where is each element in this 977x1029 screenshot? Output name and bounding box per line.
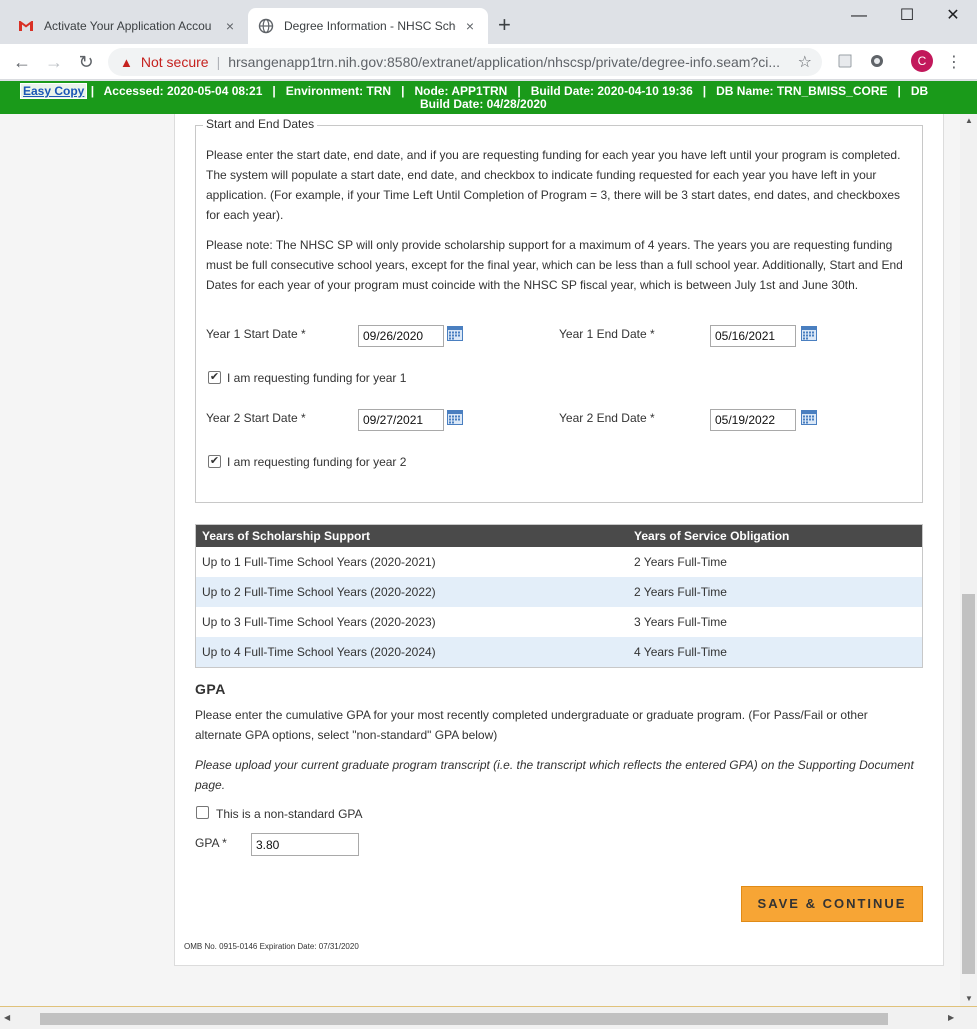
year2-start-label: Year 2 Start Date * [206, 411, 306, 425]
table-header: Years of Scholarship Support Years of Se… [196, 525, 922, 547]
gpa-input[interactable] [251, 833, 359, 856]
nonstandard-gpa-checkbox[interactable] [196, 806, 209, 819]
dates-note: Please note: The NHSC SP will only provi… [206, 238, 903, 292]
environment-details: | Accessed: 2020-05-04 08:21 | Environme… [90, 84, 929, 98]
year1-funding-label: I am requesting funding for year 1 [227, 371, 407, 385]
environment-info: Easy Copy | Accessed: 2020-05-04 08:21 |… [20, 83, 929, 99]
window-close-button[interactable]: ✕ [930, 4, 976, 28]
calendar-icon[interactable] [801, 409, 817, 425]
dates-instructions: Please enter the start date, end date, a… [206, 148, 901, 222]
table-cell: 3 Years Full-Time [634, 615, 727, 629]
table-cell: 2 Years Full-Time [634, 555, 727, 569]
save-continue-button[interactable]: SAVE & CONTINUE [741, 886, 923, 922]
tab-title: Degree Information - NHSC Scho [284, 19, 456, 33]
divider: | [216, 54, 221, 70]
profile-avatar[interactable]: C [911, 50, 933, 72]
security-label: Not secure [140, 54, 209, 70]
globe-icon [258, 18, 274, 34]
horizontal-scrollbar[interactable]: ◀ ▶ [0, 1006, 977, 1029]
extension-icon[interactable] [836, 52, 856, 72]
table-row: Up to 4 Full-Time School Years (2020-202… [196, 637, 922, 667]
vertical-scroll-thumb[interactable] [962, 594, 975, 974]
gpa-heading: GPA [195, 681, 226, 697]
star-icon[interactable]: ☆ [798, 52, 812, 72]
extension-circle-icon[interactable] [868, 52, 888, 72]
calendar-icon[interactable] [447, 409, 463, 425]
easy-copy-link[interactable]: Easy Copy [20, 83, 88, 99]
table-cell: 2 Years Full-Time [634, 585, 727, 599]
tab-strip: Activate Your Application Accou × Degree… [0, 0, 977, 44]
omb-footer: OMB No. 0915-0146 Expiration Date: 07/31… [184, 942, 359, 951]
address-bar[interactable]: ▲ Not secure | hrsangenapp1trn.nih.gov:8… [108, 48, 822, 76]
close-icon[interactable]: × [462, 18, 478, 34]
tab-degree-information[interactable]: Degree Information - NHSC Scho × [248, 8, 488, 44]
column-header: Years of Scholarship Support [202, 529, 371, 543]
service-obligation-table: Years of Scholarship Support Years of Se… [195, 524, 923, 668]
vertical-scrollbar[interactable]: ▲ ▼ [960, 114, 977, 1006]
year1-start-date-input[interactable] [358, 325, 444, 347]
build-date: Build Date: 04/28/2020 [420, 97, 547, 111]
tab-gmail[interactable]: Activate Your Application Accou × [8, 8, 248, 44]
column-header: Years of Service Obligation [634, 529, 790, 543]
scroll-down-icon[interactable]: ▼ [965, 994, 973, 1003]
table-cell: 4 Years Full-Time [634, 645, 727, 659]
url-text: hrsangenapp1trn.nih.gov:8580/extranet/ap… [228, 54, 781, 70]
menu-icon[interactable]: ⋮ [944, 52, 964, 72]
year2-funding-label: I am requesting funding for year 2 [227, 455, 407, 469]
gpa-upload-note: Please upload your current graduate prog… [195, 758, 914, 792]
horizontal-scroll-thumb[interactable] [40, 1013, 888, 1025]
calendar-icon[interactable] [801, 325, 817, 341]
tab-title: Activate Your Application Accou [44, 19, 212, 33]
scroll-left-icon[interactable]: ◀ [4, 1013, 10, 1022]
new-tab-button[interactable]: + [498, 14, 511, 36]
table-row: Up to 3 Full-Time School Years (2020-202… [196, 607, 922, 637]
fieldset-legend: Start and End Dates [203, 117, 318, 131]
table-row: Up to 2 Full-Time School Years (2020-202… [196, 577, 922, 607]
year1-end-date-input[interactable] [710, 325, 796, 347]
scroll-up-icon[interactable]: ▲ [965, 116, 973, 125]
year1-start-label: Year 1 Start Date * [206, 327, 306, 341]
nonstandard-gpa-label: This is a non-standard GPA [216, 807, 363, 821]
back-arrow-icon[interactable]: ← [10, 50, 34, 74]
forward-arrow-icon[interactable]: → [42, 50, 66, 74]
table-cell: Up to 3 Full-Time School Years (2020-202… [202, 615, 436, 629]
maximize-button[interactable]: ☐ [884, 4, 930, 28]
year2-start-date-input[interactable] [358, 409, 444, 431]
table-cell: Up to 2 Full-Time School Years (2020-202… [202, 585, 436, 599]
table-cell: Up to 1 Full-Time School Years (2020-202… [202, 555, 436, 569]
year1-end-label: Year 1 End Date * [559, 327, 655, 341]
year1-funding-checkbox[interactable]: ✔ [208, 371, 221, 384]
environment-bar: Easy Copy | Accessed: 2020-05-04 08:21 |… [0, 81, 977, 114]
reload-icon[interactable]: ↻ [74, 50, 98, 74]
browser-toolbar: ← → ↻ ▲ Not secure | hrsangenapp1trn.nih… [0, 44, 977, 80]
close-icon[interactable]: × [222, 18, 238, 34]
minimize-button[interactable]: — [836, 4, 882, 28]
year2-funding-checkbox[interactable]: ✔ [208, 455, 221, 468]
table-cell: Up to 4 Full-Time School Years (2020-202… [202, 645, 436, 659]
gmail-icon [18, 18, 34, 34]
calendar-icon[interactable] [447, 325, 463, 341]
year2-end-date-input[interactable] [710, 409, 796, 431]
table-row: Up to 1 Full-Time School Years (2020-202… [196, 547, 922, 577]
warning-icon: ▲ [120, 54, 133, 70]
gpa-label: GPA * [195, 836, 227, 850]
year2-end-label: Year 2 End Date * [559, 411, 655, 425]
gpa-instructions: Please enter the cumulative GPA for your… [195, 708, 868, 742]
scroll-right-icon[interactable]: ▶ [948, 1013, 954, 1022]
